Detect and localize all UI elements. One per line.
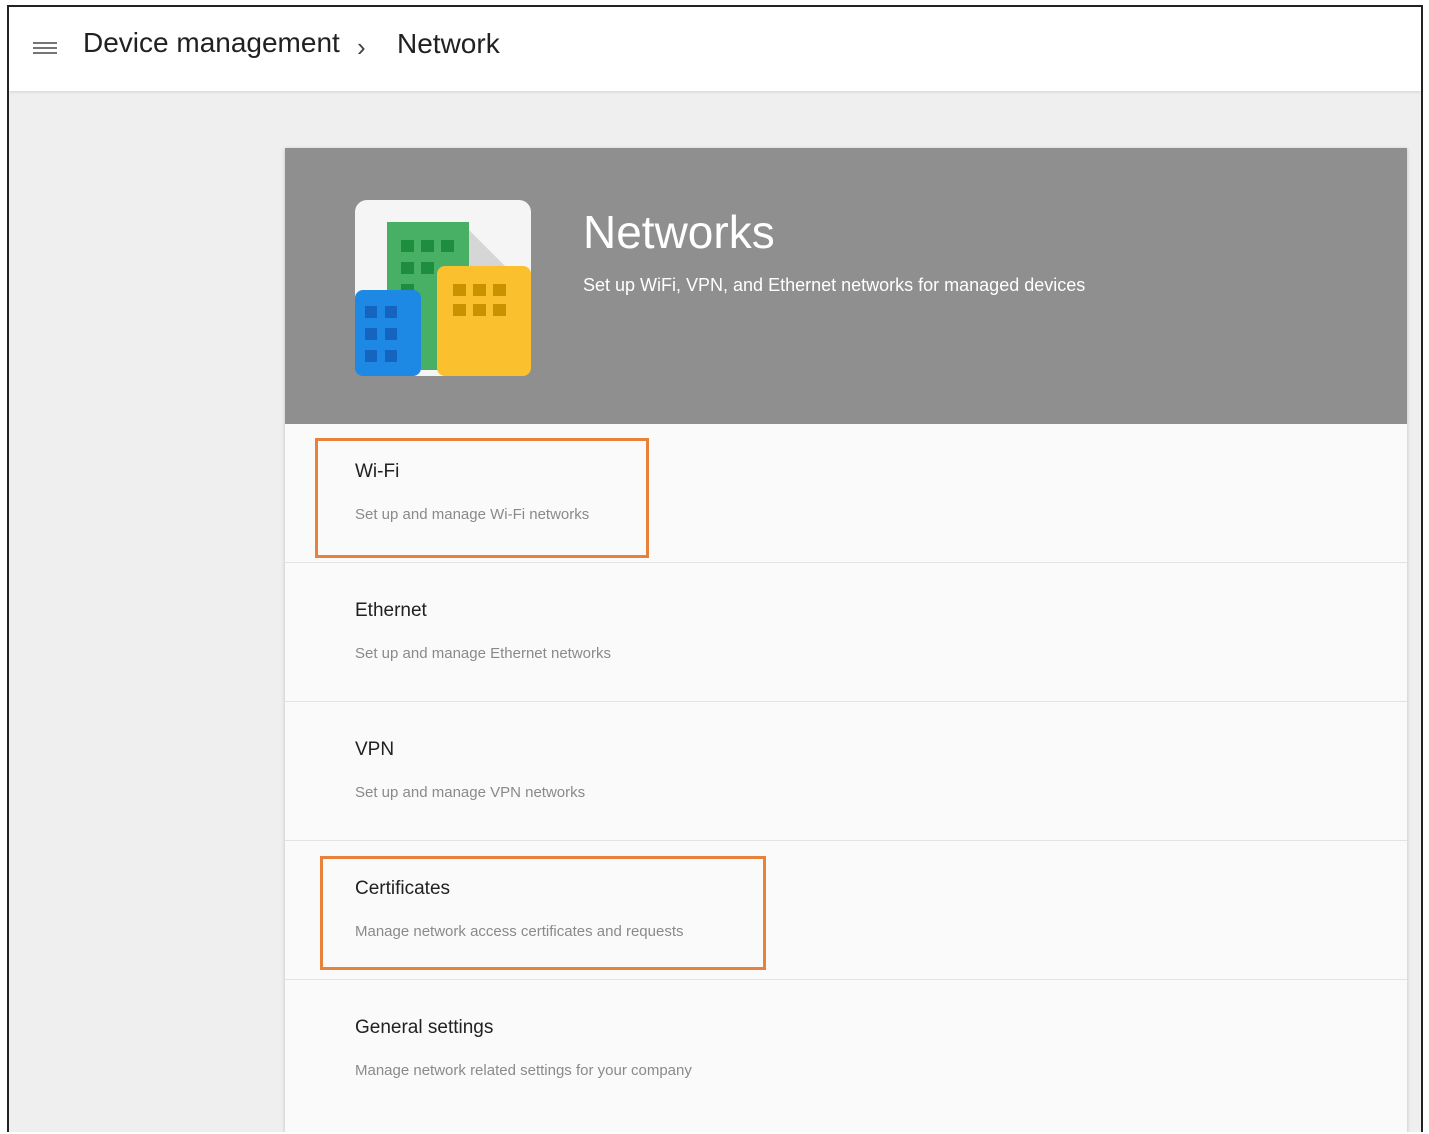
setting-row-certificates[interactable]: Certificates Manage network access certi… xyxy=(285,841,1407,980)
page-title: Networks xyxy=(583,206,775,258)
setting-row-vpn[interactable]: VPN Set up and manage VPN networks xyxy=(285,702,1407,841)
setting-row-general-settings[interactable]: General settings Manage network related … xyxy=(285,980,1407,1119)
setting-description: Set up and manage Wi-Fi networks xyxy=(355,506,590,523)
setting-description: Manage network access certificates and r… xyxy=(355,923,684,940)
setting-description: Manage network related settings for your… xyxy=(355,1062,692,1079)
setting-description: Set up and manage VPN networks xyxy=(355,784,586,801)
setting-row-wifi[interactable]: Wi-Fi Set up and manage Wi-Fi networks xyxy=(285,424,1407,563)
setting-title: Certificates xyxy=(355,878,451,899)
top-app-bar: Device management › Network xyxy=(9,7,1421,91)
breadcrumb-chevron-icon: › xyxy=(357,32,366,62)
setting-description: Set up and manage Ethernet networks xyxy=(355,645,611,662)
buildings-icon xyxy=(355,200,531,376)
breadcrumb-device-management[interactable]: Device management xyxy=(83,25,340,61)
setting-title: General settings xyxy=(355,1017,494,1038)
setting-title: Wi-Fi xyxy=(355,461,400,482)
admin-console-frame: Device management › Network Networks Set… xyxy=(7,5,1423,1132)
setting-row-ethernet[interactable]: Ethernet Set up and manage Ethernet netw… xyxy=(285,563,1407,702)
setting-title: Ethernet xyxy=(355,600,427,621)
page-subtitle: Set up WiFi, VPN, and Ethernet networks … xyxy=(583,275,1086,295)
breadcrumb-network: Network xyxy=(397,28,500,59)
setting-title: VPN xyxy=(355,739,395,760)
networks-hero-banner: Networks Set up WiFi, VPN, and Ethernet … xyxy=(285,148,1407,424)
hamburger-menu-icon[interactable] xyxy=(33,39,57,57)
networks-card: Networks Set up WiFi, VPN, and Ethernet … xyxy=(285,148,1407,1132)
